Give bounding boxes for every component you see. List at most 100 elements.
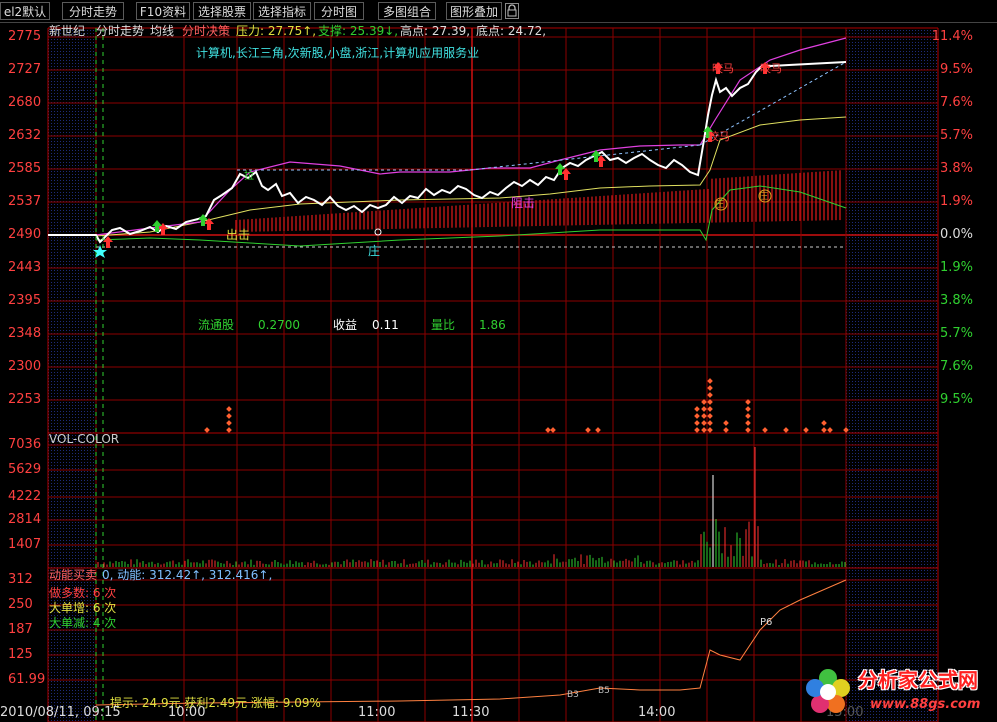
signal-b5: B5 (598, 686, 610, 696)
signal-dot (821, 420, 827, 426)
signal-zu: 阻击 (511, 196, 536, 210)
price-tick: 2585 (8, 161, 42, 176)
energy-tick: 312 (8, 572, 33, 587)
vr-value: 1.86 (479, 318, 506, 332)
signal-dot (745, 427, 751, 433)
avg-label: 均线 (150, 24, 175, 38)
signal-dot (701, 420, 707, 426)
high-value: 高点: 27.39, (400, 24, 471, 38)
signal-dots (204, 378, 849, 433)
signal-dot (694, 406, 700, 412)
signal-dot (550, 427, 556, 433)
signal-dot (226, 427, 232, 433)
vol-panel-title: VOL-COLOR (49, 432, 120, 446)
stock-name: 新世纪 (49, 24, 86, 38)
price-tick: 2395 (8, 293, 42, 308)
pct-tick: 1.9% (939, 260, 973, 275)
signal-dot (595, 427, 601, 433)
tip-line: 提示: 24.9元 获利2.49元 涨幅: 9.09% (110, 696, 321, 710)
concept-tags: 计算机,长江三角,次新股,小盘,浙江,计算机应用服务业 (196, 46, 480, 60)
pct-tick: 7.6% (939, 95, 973, 110)
support-line (95, 185, 847, 247)
signal-dot (545, 427, 551, 433)
signal-dot (783, 427, 789, 433)
price-tick: 2537 (8, 194, 42, 209)
signal-dot (701, 413, 707, 419)
energy-tick: 125 (8, 647, 33, 662)
signal-dot (745, 406, 751, 412)
price-tick: 2775 (8, 29, 42, 44)
signal-zhuang: 庄 (368, 244, 381, 258)
signal-dot (827, 427, 833, 433)
decision-label: 分时决策 (182, 24, 231, 38)
signal-b3: B3 (567, 690, 579, 700)
time-start: 2010/08/11, 09:15 (0, 705, 121, 720)
signal-dot (723, 427, 729, 433)
signal-dot (204, 427, 210, 433)
signal-dot (226, 413, 232, 419)
watermark-logo: 分析家公式网 www.88gs.com (800, 664, 996, 720)
signal-fuma-3: 咬马 (708, 130, 730, 143)
energy-tick: 61.99 (8, 672, 46, 687)
signal-dot (803, 427, 809, 433)
price-tick: 2253 (8, 392, 42, 407)
pct-tick: 9.5% (939, 62, 973, 77)
watermark-url: www.88gs.com (870, 697, 981, 712)
signal-p6: P6 (760, 617, 773, 628)
signal-pull: 拉 (244, 171, 254, 182)
signal-dot (226, 406, 232, 412)
signal-dot (707, 413, 713, 419)
time-14: 14:00 (638, 705, 676, 720)
signal-dot (821, 427, 827, 433)
avg-price-line (95, 116, 847, 237)
flower-logo-icon (806, 669, 850, 713)
pct-tick: 3.8% (939, 293, 973, 308)
pct-tick: 0.0% (939, 227, 973, 242)
signal-dot (694, 427, 700, 433)
energy-tick: 250 (8, 597, 33, 612)
vol-tick: 2814 (8, 512, 42, 527)
price-tick: 2680 (8, 95, 42, 110)
watermark-name: 分析家公式网 (858, 668, 978, 692)
signal-dot (707, 378, 713, 384)
chart-canvas (47, 27, 939, 722)
bull-count: 做多数: 6 次 (49, 586, 117, 600)
signal-dot (707, 392, 713, 398)
signal-dot (707, 427, 713, 433)
eps-label: 收益 (333, 318, 358, 332)
signal-dot (745, 420, 751, 426)
vol-tick: 1407 (8, 537, 42, 552)
time-11: 11:00 (358, 705, 396, 720)
pct-tick: 5.7% (939, 128, 973, 143)
big-down-count: 大单减: 4 次 (49, 616, 117, 630)
pressure-value: 压力: 27.75↑, (236, 24, 317, 38)
price-tick: 2348 (8, 326, 42, 341)
signal-dot (226, 420, 232, 426)
pct-tick: 3.8% (939, 161, 973, 176)
price-tick: 2632 (8, 128, 42, 143)
float-value: 0.2700 (258, 318, 300, 332)
low-value: 底点: 24.72, (476, 24, 547, 38)
signal-dot (745, 413, 751, 419)
energy-panel-title: 动能买卖 (49, 568, 98, 582)
signal-dot (707, 385, 713, 391)
pct-tick: 5.7% (939, 326, 973, 341)
pct-tick: 11.4% (931, 29, 973, 44)
signal-dot (707, 406, 713, 412)
vr-label: 量比 (431, 318, 456, 332)
signal-arrow (561, 168, 571, 180)
vol-tick: 5629 (8, 462, 42, 477)
time-1130: 11:30 (452, 705, 490, 720)
signal-dot (701, 406, 707, 412)
signal-dot (707, 420, 713, 426)
price-tick: 2300 (8, 359, 42, 374)
energy-line (95, 579, 847, 706)
vol-tick: 7036 (8, 437, 42, 452)
energy-summary: 0, 动能: 312.42↑, 312.416↑, (102, 568, 273, 582)
eps-value: 0.11 (372, 318, 399, 332)
pct-tick: 9.5% (939, 392, 973, 407)
zhuang-text-2: 庄 (759, 192, 769, 202)
vol-tick: 4222 (8, 489, 42, 504)
price-line (48, 61, 847, 244)
signal-dot (585, 427, 591, 433)
